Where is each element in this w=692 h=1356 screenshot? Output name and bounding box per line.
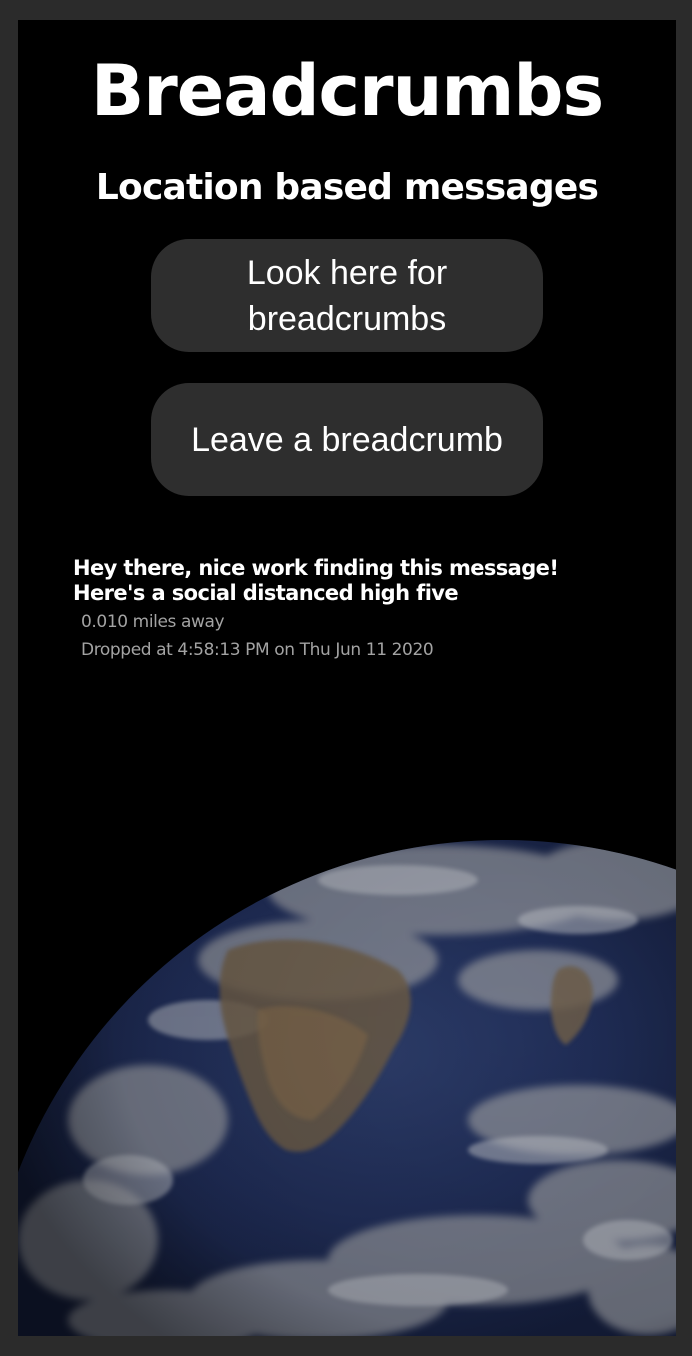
look-for-breadcrumbs-button[interactable]: Look here for breadcrumbs (151, 239, 543, 352)
app-title: Breadcrumbs (90, 50, 604, 132)
breadcrumb-message: Hey there, nice work finding this messag… (73, 556, 633, 664)
app-screen: Breadcrumbs Location based messages Look… (18, 20, 676, 1336)
leave-breadcrumb-button[interactable]: Leave a breadcrumb (151, 383, 543, 496)
message-text-line-1: Hey there, nice work finding this messag… (73, 556, 559, 580)
app-subtitle: Location based messages (95, 167, 599, 208)
message-timestamp: Dropped at 4:58:13 PM on Thu Jun 11 2020 (81, 640, 434, 660)
message-distance: 0.010 miles away (81, 612, 225, 632)
leave-breadcrumb-label: Leave a breadcrumb (191, 420, 503, 459)
earth-image (18, 840, 676, 1336)
look-for-breadcrumbs-label: Look here for breadcrumbs (246, 253, 448, 338)
message-text-line-2: Here's a social distanced high five (73, 581, 459, 605)
